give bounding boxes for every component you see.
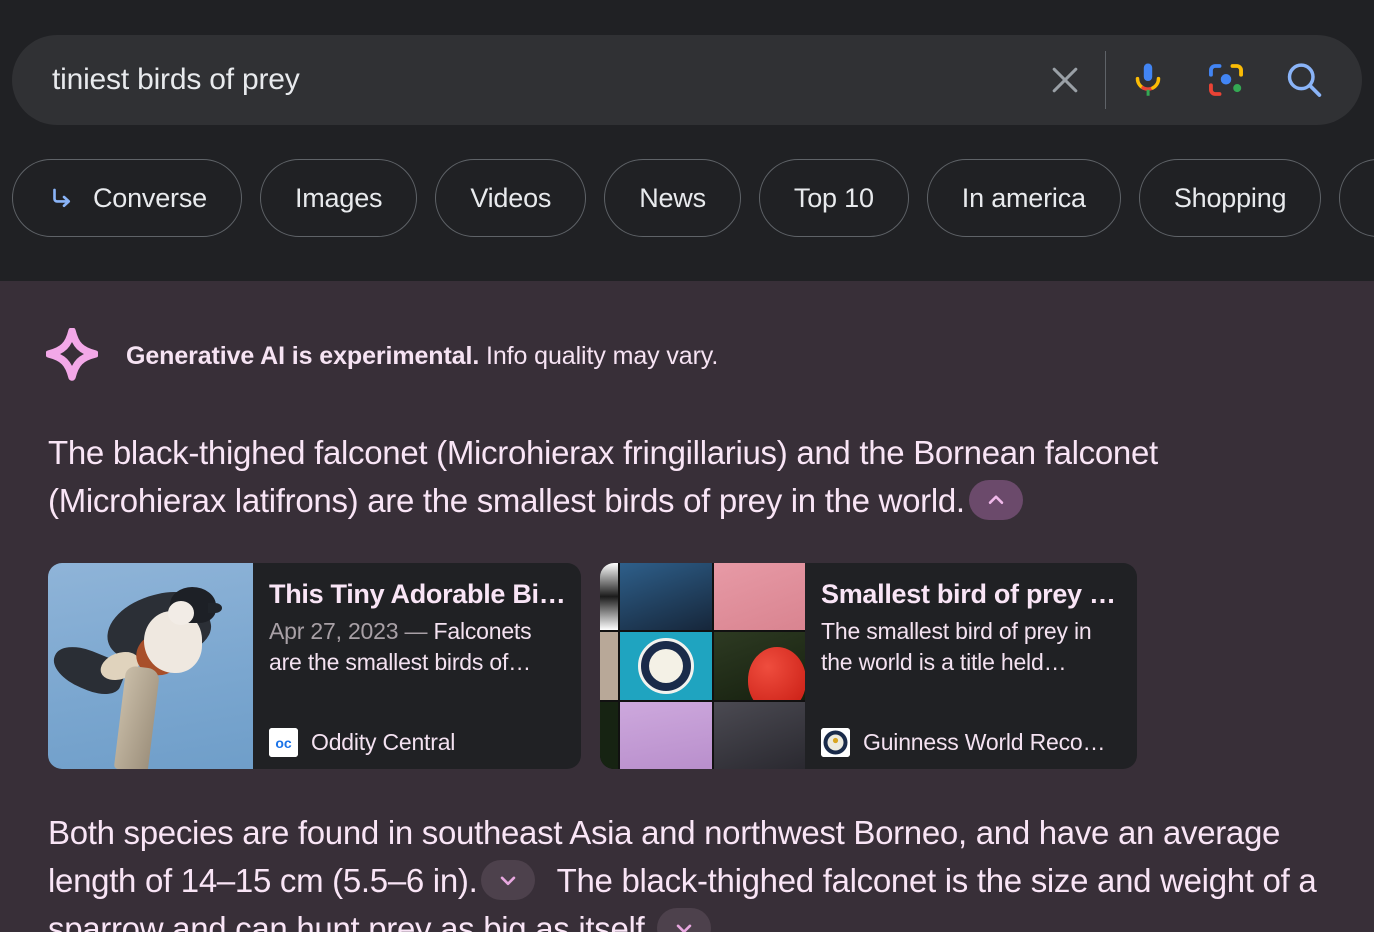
chip-converse[interactable]: Converse [12, 159, 242, 237]
card-source: oc Oddity Central [269, 728, 565, 757]
card-source: Guinness World Reco… [821, 728, 1121, 757]
chip-label: Images [294, 182, 383, 213]
chip-images[interactable]: Images [259, 159, 418, 237]
chip-label: News [639, 182, 706, 213]
chip-label: In america [961, 182, 1086, 213]
chip-label: Videos [470, 182, 552, 213]
expand-chevron-down-button-2[interactable] [657, 908, 712, 932]
chip-label: Top 10 [793, 182, 874, 213]
guinness-world-records-favicon-icon [821, 728, 850, 757]
card-source-name: Guinness World Reco… [863, 729, 1106, 755]
ai-answer-paragraph-1: The black-thighed falconet (Microhierax … [48, 429, 1338, 525]
card-snippet-text: The smallest bird of prey in the world i… [821, 618, 1092, 675]
source-card[interactable]: Smallest bird of prey … The smallest bir… [600, 563, 1137, 769]
oddity-central-favicon-icon: oc [269, 728, 298, 757]
chip-shopping[interactable]: Shopping [1138, 159, 1322, 237]
ai-disclaimer-bold: Generative AI is experimental. [126, 341, 480, 370]
return-arrow-icon [47, 183, 77, 213]
ai-answer-paragraph-2: Both species are found in southeast Asia… [48, 809, 1348, 932]
search-input[interactable] [52, 63, 1037, 97]
chip-news[interactable]: News [604, 159, 741, 237]
ai-overview-panel: Generative AI is experimental. Info qual… [0, 281, 1374, 932]
source-card[interactable]: This Tiny Adorable Bi… Apr 27, 2023 — Fa… [48, 563, 581, 769]
expand-chevron-down-button[interactable] [481, 860, 536, 901]
search-icon[interactable] [1276, 52, 1332, 108]
search-bar[interactable] [12, 35, 1362, 125]
chip-in-america[interactable]: In america [926, 159, 1121, 237]
source-card-row: This Tiny Adorable Bi… Apr 27, 2023 — Fa… [48, 563, 1137, 769]
close-icon[interactable] [1037, 52, 1093, 108]
chip-label: Shopping [1173, 182, 1287, 213]
search-divider [1105, 51, 1106, 109]
card-source-name: Oddity Central [311, 729, 456, 755]
chip-top-10[interactable]: Top 10 [758, 159, 909, 237]
filter-chip-row[interactable]: Converse Images Videos News Top 10 In am… [12, 159, 1374, 237]
chip-videos[interactable]: Videos [435, 159, 587, 237]
svg-text:oc: oc [275, 735, 292, 751]
chip-in-north[interactable]: In Nort [1339, 159, 1374, 237]
collapse-chevron-up-button[interactable] [968, 480, 1023, 521]
google-lens-icon[interactable] [1198, 52, 1254, 108]
ai-disclaimer-rest: Info quality may vary. [479, 341, 719, 370]
card-title: This Tiny Adorable Bi… [269, 579, 565, 609]
card-thumbnail-collage [600, 563, 805, 769]
ai-disclaimer: Generative AI is experimental. Info qual… [45, 327, 718, 384]
card-snippet: The smallest bird of prey in the world i… [821, 616, 1121, 678]
card-snippet: Apr 27, 2023 — Falconets are the smalles… [269, 616, 565, 678]
ai-disclaimer-text: Generative AI is experimental. Info qual… [126, 342, 718, 371]
search-header: Converse Images Videos News Top 10 In am… [0, 0, 1374, 281]
microphone-icon[interactable] [1120, 52, 1176, 108]
card-date: Apr 27, 2023 — [269, 618, 434, 644]
chip-label: Converse [93, 182, 207, 213]
sparkle-icon [45, 327, 99, 384]
card-title: Smallest bird of prey … [821, 579, 1116, 609]
card-thumbnail-bird-photo [48, 563, 253, 769]
